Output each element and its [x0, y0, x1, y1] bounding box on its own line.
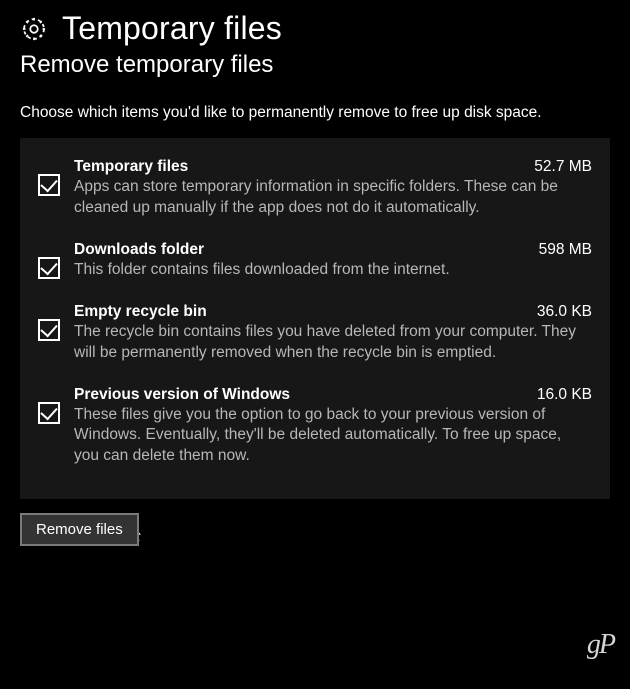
item-size: 16.0 KB	[537, 386, 592, 404]
checkbox-previous-windows[interactable]	[38, 402, 60, 424]
page-header: Temporary files	[20, 10, 610, 47]
checkbox-downloads-folder[interactable]	[38, 257, 60, 279]
items-panel: Temporary files 52.7 MB Apps can store t…	[20, 138, 610, 499]
item-top: Temporary files 52.7 MB	[74, 158, 592, 176]
item-body: Temporary files 52.7 MB Apps can store t…	[74, 158, 592, 219]
item-size: 598 MB	[539, 241, 592, 259]
gear-icon	[20, 15, 48, 43]
item-top: Previous version of Windows 16.0 KB	[74, 386, 592, 404]
checkbox-empty-recycle-bin[interactable]	[38, 319, 60, 341]
item-description: These files give you the option to go ba…	[74, 405, 592, 468]
item-description: This folder contains files downloaded fr…	[74, 260, 592, 281]
item-body: Downloads folder 598 MB This folder cont…	[74, 241, 592, 281]
item-title: Temporary files	[74, 158, 188, 176]
item-top: Empty recycle bin 36.0 KB	[74, 303, 592, 321]
remove-files-button[interactable]: Remove files	[20, 513, 139, 546]
item-downloads-folder: Downloads folder 598 MB This folder cont…	[34, 233, 596, 295]
item-empty-recycle-bin: Empty recycle bin 36.0 KB The recycle bi…	[34, 295, 596, 378]
item-description: Apps can store temporary information in …	[74, 177, 592, 219]
item-top: Downloads folder 598 MB	[74, 241, 592, 259]
item-previous-windows: Previous version of Windows 16.0 KB Thes…	[34, 378, 596, 482]
watermark-logo: gP	[587, 629, 614, 661]
checkbox-temporary-files[interactable]	[38, 174, 60, 196]
item-title: Previous version of Windows	[74, 386, 290, 404]
item-description: The recycle bin contains files you have …	[74, 322, 592, 364]
item-body: Empty recycle bin 36.0 KB The recycle bi…	[74, 303, 592, 364]
footer: Remove files	[20, 513, 610, 546]
item-body: Previous version of Windows 16.0 KB Thes…	[74, 386, 592, 468]
item-temporary-files: Temporary files 52.7 MB Apps can store t…	[34, 150, 596, 233]
page-subtitle: Remove temporary files	[20, 51, 610, 79]
item-size: 52.7 MB	[534, 158, 592, 176]
item-title: Downloads folder	[74, 241, 204, 259]
item-size: 36.0 KB	[537, 303, 592, 321]
instruction-text: Choose which items you'd like to permane…	[20, 103, 610, 124]
item-title: Empty recycle bin	[74, 303, 207, 321]
page-title: Temporary files	[62, 10, 282, 47]
